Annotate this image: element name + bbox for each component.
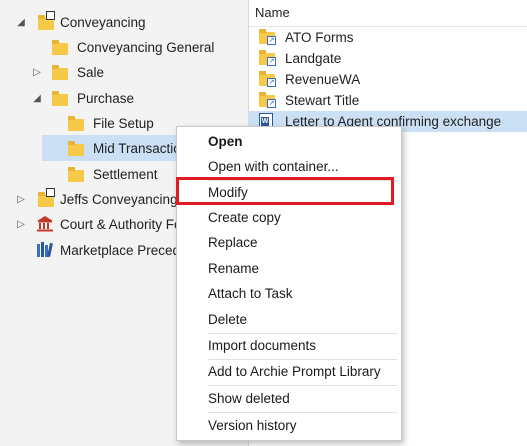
menu-item-replace[interactable]: Replace xyxy=(177,230,401,255)
list-item[interactable]: ↗ ATO Forms xyxy=(249,27,527,48)
tree-item-label: Jeffs Conveyancing I xyxy=(60,192,186,207)
expanded-arrow-icon[interactable]: ◢ xyxy=(16,10,26,35)
folder-shortcut-icon: ↗ xyxy=(259,50,276,66)
tree-item-label: File Setup xyxy=(93,116,154,131)
library-books-icon xyxy=(37,242,53,258)
menu-item-attach-to-task[interactable]: Attach to Task xyxy=(177,281,401,306)
menu-item-show-deleted[interactable]: Show deleted xyxy=(177,386,401,411)
menu-item-add-to-archie-prompt-library[interactable]: Add to Archie Prompt Library xyxy=(177,359,401,384)
folder-icon xyxy=(52,91,68,106)
synced-folder-icon xyxy=(38,11,55,30)
context-menu: Open Open with container... Modify Creat… xyxy=(176,126,402,441)
folder-icon xyxy=(68,167,84,182)
menu-item-open[interactable]: Open xyxy=(177,129,401,154)
synced-folder-icon xyxy=(38,188,55,207)
collapsed-arrow-icon[interactable]: ▷ xyxy=(32,60,42,85)
folder-shortcut-icon: ↗ xyxy=(259,71,276,87)
list-item[interactable]: ↗ RevenueWA xyxy=(249,69,527,90)
courthouse-icon xyxy=(37,216,53,232)
tree-item-label: Marketplace Preced xyxy=(60,243,181,258)
tree-item-sale[interactable]: ▷ Sale xyxy=(0,60,248,85)
menu-item-create-copy[interactable]: Create copy xyxy=(177,205,401,230)
tree-item-label: Settlement xyxy=(93,167,158,182)
folder-shortcut-icon: ↗ xyxy=(259,92,276,108)
column-header-name[interactable]: Name xyxy=(249,0,527,27)
menu-item-import-documents[interactable]: Import documents xyxy=(177,333,401,358)
list-item[interactable]: ↗ Stewart Title xyxy=(249,90,527,111)
list-item-label: Stewart Title xyxy=(285,93,360,108)
list-item-label: RevenueWA xyxy=(285,72,361,87)
folder-icon xyxy=(52,40,68,55)
folder-icon xyxy=(68,116,84,131)
menu-item-open-with-container[interactable]: Open with container... xyxy=(177,154,401,179)
tree-item-purchase[interactable]: ◢ Purchase xyxy=(0,86,248,111)
list-item[interactable]: ↗ Landgate xyxy=(249,48,527,69)
folder-icon xyxy=(52,65,68,80)
tree-item-label: Mid Transactio xyxy=(93,141,181,156)
folder-shortcut-icon: ↗ xyxy=(259,29,276,45)
tree-item-label: Conveyancing General xyxy=(77,40,215,55)
tree-item-conveyancing-general[interactable]: Conveyancing General xyxy=(0,35,248,60)
tree-item-label: Sale xyxy=(77,65,105,80)
menu-item-rename[interactable]: Rename xyxy=(177,256,401,281)
tree-item-conveyancing[interactable]: ◢ Conveyancing xyxy=(0,10,248,35)
menu-item-delete[interactable]: Delete xyxy=(177,307,401,332)
tree-item-label: Purchase xyxy=(77,91,135,106)
collapsed-arrow-icon[interactable]: ▷ xyxy=(16,187,26,212)
folder-icon xyxy=(68,141,84,156)
tree-item-label: Conveyancing xyxy=(60,15,146,30)
list-item-label: ATO Forms xyxy=(285,30,354,45)
collapsed-arrow-icon[interactable]: ▷ xyxy=(16,212,26,237)
menu-item-version-history[interactable]: Version history xyxy=(177,413,401,438)
list-item-label: Landgate xyxy=(285,51,342,66)
annotation-highlight-box xyxy=(176,177,394,205)
tree-item-label: Court & Authority Fo xyxy=(60,217,182,232)
expanded-arrow-icon[interactable]: ◢ xyxy=(32,86,42,111)
